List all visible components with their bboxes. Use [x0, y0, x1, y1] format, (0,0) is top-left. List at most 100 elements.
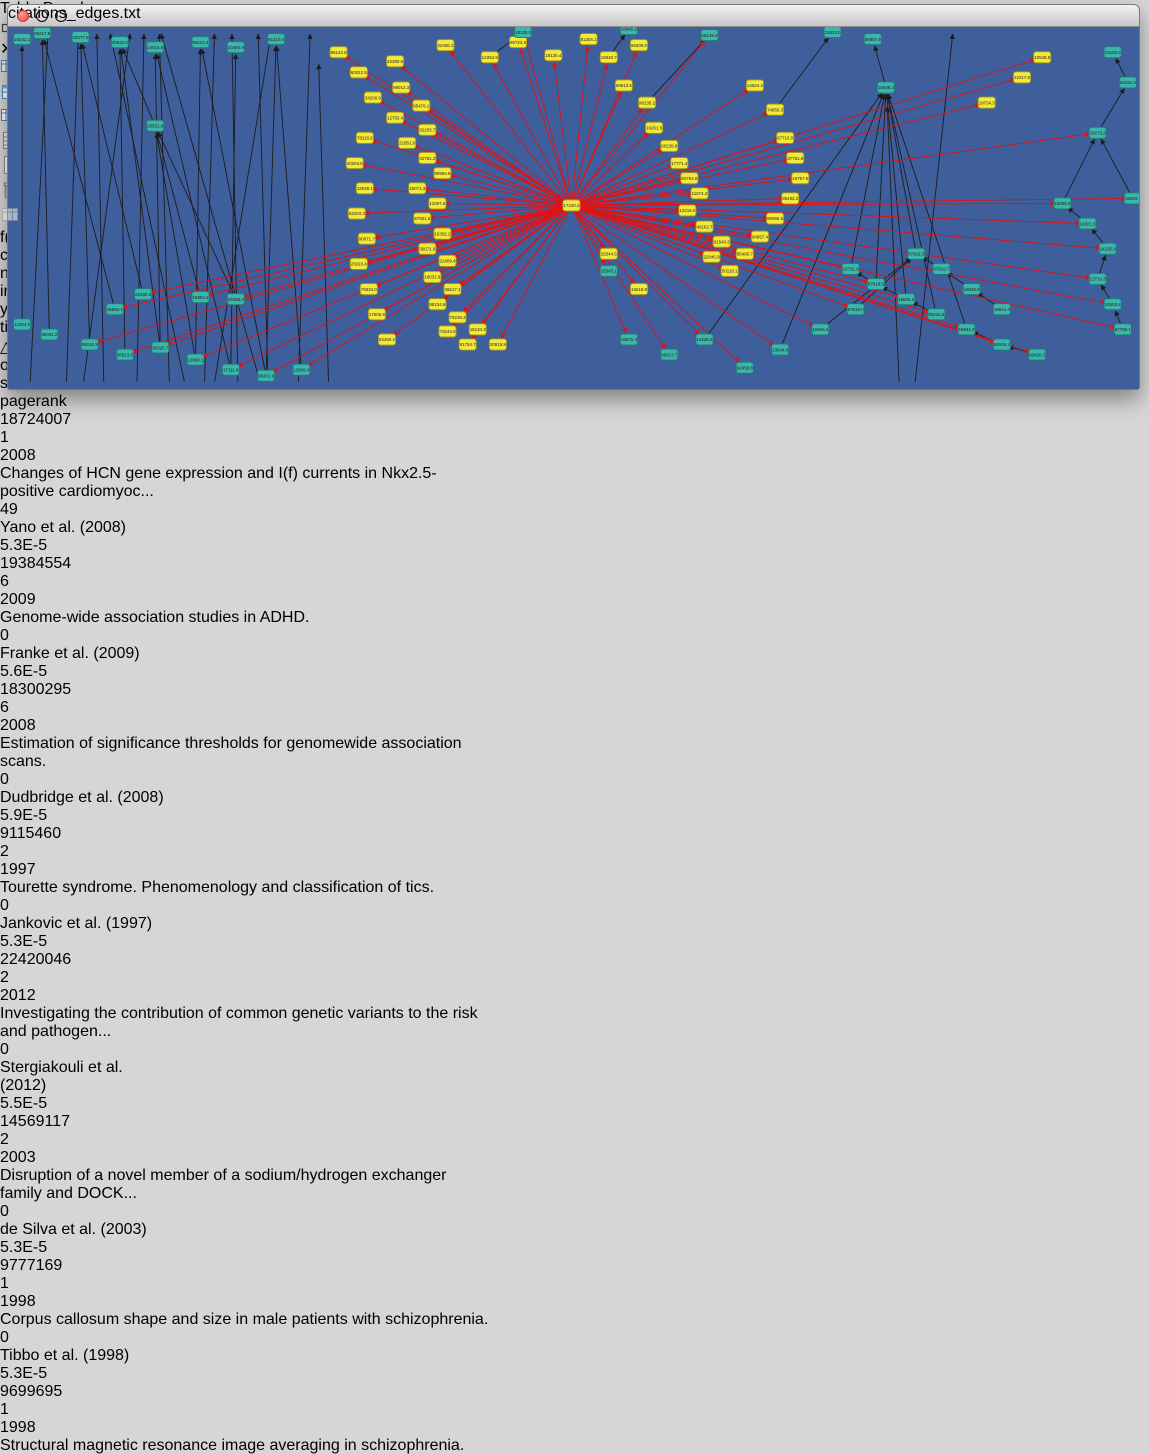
cell-out_degree[interactable]: 0 — [0, 1203, 72, 1221]
cell-title[interactable]: Tourette syndrome. Phenomenology and cla… — [0, 879, 490, 897]
graph-node[interactable]: 37751.8 — [787, 152, 804, 163]
graph-node[interactable]: 10548.8 — [1034, 52, 1051, 63]
graph-node[interactable]: 18941.0 — [958, 324, 975, 335]
cell-name[interactable]: 9699695 — [0, 1383, 100, 1401]
graph-node[interactable]: 85495.7 — [736, 248, 753, 259]
cell-short[interactable]: Stergiakouli et al. (2012) — [0, 1059, 172, 1095]
graph-node[interactable]: 18731.9 — [842, 263, 859, 274]
graph-node[interactable]: 16675.3 — [620, 334, 637, 345]
graph-node[interactable]: 69613.5 — [615, 80, 632, 91]
graph-node[interactable]: 16825.1 — [898, 294, 915, 305]
graph-node[interactable]: 81304.1 — [580, 34, 597, 45]
graph-node[interactable]: 11003.9 — [14, 319, 31, 330]
graph-node[interactable]: 90871.7 — [358, 233, 375, 244]
graph-node[interactable]: 10460.9 — [227, 42, 244, 53]
graph-node[interactable]: 67716.0 — [777, 132, 794, 143]
graph-node[interactable]: 16302.2 — [434, 228, 451, 239]
graph-node[interactable]: 52203.3 — [348, 208, 365, 219]
cell-title[interactable]: Investigating the contribution of common… — [0, 1005, 490, 1041]
graph-node[interactable]: 16821.6 — [1079, 218, 1096, 229]
table-row[interactable]: 1456911722003Disruption of a novel membe… — [0, 1113, 1149, 1257]
graph-node[interactable]: 22380.6 — [386, 56, 403, 67]
cell-title[interactable]: Genome-wide association studies in ADHD. — [0, 609, 490, 627]
graph-node[interactable]: 12217.9 — [1013, 72, 1030, 83]
cell-pagerank[interactable]: 5.3E-5 — [0, 1365, 86, 1383]
cell-short[interactable]: Franke et al. (2009) — [0, 645, 172, 663]
graph-node[interactable]: 15958.0 — [1054, 198, 1071, 209]
cell-in_degree[interactable]: 2 — [0, 969, 88, 987]
table-row[interactable]: 911546021997Tourette syndrome. Phenomeno… — [0, 825, 1149, 951]
graph-node[interactable]: 12710.3 — [1089, 273, 1106, 284]
graph-node[interactable]: 21851.0 — [399, 137, 416, 148]
graph-node[interactable]: 15134.3 — [469, 324, 486, 335]
cell-year[interactable]: 1998 — [0, 1419, 73, 1437]
graph-node[interactable]: 22406.1 — [437, 40, 454, 51]
cell-short[interactable]: Dudbridge et al. (2008) — [0, 789, 172, 807]
cell-in_degree[interactable]: 1 — [0, 1401, 88, 1419]
cell-name[interactable]: 14569117 — [0, 1113, 100, 1131]
graph-node[interactable]: 12753.4 — [386, 112, 403, 123]
graph-node[interactable]: 95723.6 — [509, 37, 526, 48]
graph-node[interactable]: 11674.2 — [691, 188, 708, 199]
graph-node[interactable]: 98134.6 — [429, 299, 446, 310]
cell-out_degree[interactable]: 0 — [0, 897, 72, 915]
graph-node[interactable]: 15892.2 — [192, 292, 209, 303]
graph-node[interactable]: 78118.2 — [356, 132, 373, 143]
graph-node[interactable]: 15345.1 — [600, 265, 617, 276]
graph-node[interactable]: 82754.6 — [681, 173, 698, 184]
column-header-pagerank[interactable]: pagerank — [0, 393, 86, 411]
cell-out_degree[interactable]: 49 — [0, 501, 72, 519]
cell-year[interactable]: 2008 — [0, 447, 73, 465]
graph-node[interactable]: 40204.6 — [346, 158, 363, 169]
graph-node[interactable]: 59015.3 — [81, 339, 98, 350]
graph-node[interactable]: 94957.4 — [751, 231, 768, 242]
graph-node[interactable]: 50513.5 — [116, 349, 133, 360]
graph-node[interactable]: 95001.2 — [41, 329, 58, 340]
cell-in_degree[interactable]: 1 — [0, 1275, 88, 1293]
graph-node[interactable]: 15150.6 — [1104, 47, 1121, 58]
close-window-button[interactable] — [17, 10, 29, 22]
table-row[interactable]: 977716911998Corpus callosum shape and si… — [0, 1257, 1149, 1383]
cell-pagerank[interactable]: 5.3E-5 — [0, 933, 86, 951]
graph-node[interactable]: 87919.3 — [908, 248, 925, 259]
graph-node[interactable]: 18031.8 — [424, 271, 441, 282]
graph-node[interactable]: 13644.6 — [772, 344, 789, 355]
graph-node[interactable]: 12860.1 — [187, 354, 204, 365]
network-canvas[interactable]: 17240.222380.698012.334200.912753.495479… — [8, 27, 1139, 387]
graph-node[interactable]: 21813.0 — [824, 27, 841, 38]
graph-node[interactable]: 17240.2 — [563, 200, 580, 211]
graph-node[interactable]: 15344.5 — [600, 248, 617, 259]
graph-node[interactable]: 16273.2 — [1089, 127, 1106, 138]
cell-year[interactable]: 2009 — [0, 591, 73, 609]
cell-name[interactable]: 9777169 — [0, 1257, 100, 1275]
cell-pagerank[interactable]: 5.5E-5 — [0, 1095, 86, 1113]
graph-node[interactable]: 26149.4 — [701, 30, 718, 41]
cell-out_degree[interactable]: 0 — [0, 1329, 72, 1347]
graph-node[interactable]: 10603.4 — [1104, 299, 1121, 310]
graph-node[interactable]: 15093.7 — [1124, 193, 1139, 204]
graph-node[interactable]: 16261.5 — [646, 122, 663, 133]
graph-node[interactable]: 16648.2 — [877, 82, 894, 93]
graph-node[interactable]: 20842.0 — [111, 37, 128, 48]
graph-node[interactable]: 96142.8 — [330, 47, 347, 58]
cell-pagerank[interactable]: 5.9E-5 — [0, 807, 86, 825]
table-row[interactable]: 1938455462009Genome-wide association stu… — [0, 555, 1149, 681]
graph-node[interactable]: 14235.9 — [1099, 243, 1116, 254]
cell-title[interactable]: Disruption of a novel member of a sodium… — [0, 1167, 490, 1203]
table-row[interactable]: 1872400712008Changes of HCN gene express… — [0, 411, 1149, 555]
graph-node[interactable]: 13529.1 — [356, 183, 373, 194]
table-row[interactable]: 969969511998Structural magnetic resonanc… — [0, 1383, 1149, 1454]
graph-node[interactable]: 87750.1 — [1114, 324, 1131, 335]
graph-node[interactable]: 14015.6 — [147, 42, 164, 53]
cell-short[interactable]: de Silva et al. (2003) — [0, 1221, 172, 1239]
cell-in_degree[interactable]: 2 — [0, 843, 88, 861]
graph-node[interactable]: 95479.1 — [413, 100, 430, 111]
graph-node[interactable]: 66409.0 — [630, 40, 647, 51]
graph-node[interactable]: 22409.4 — [439, 255, 456, 266]
graph-node[interactable]: 96191.3 — [1119, 77, 1136, 88]
graph-node[interactable]: 22046.9 — [703, 251, 720, 262]
graph-node[interactable]: 92450.2 — [1029, 349, 1046, 360]
cell-title[interactable]: Estimation of significance thresholds fo… — [0, 735, 490, 771]
graph-node[interactable]: 42751.2 — [419, 152, 436, 163]
graph-node[interactable]: 90994.8 — [434, 168, 451, 179]
